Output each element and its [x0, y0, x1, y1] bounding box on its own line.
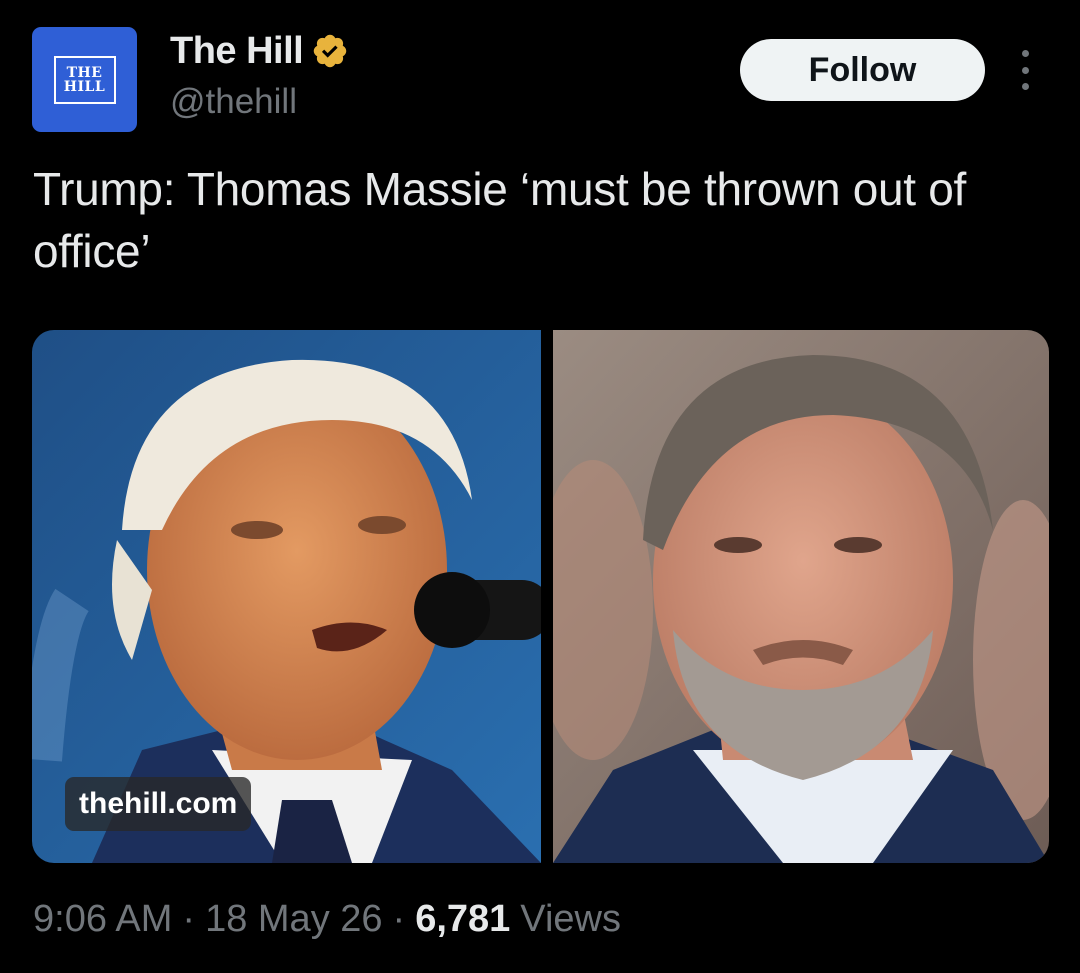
- avatar-logo-line2: HILL: [63, 78, 106, 95]
- follow-button[interactable]: Follow: [740, 39, 985, 101]
- meta-separator: ·: [182, 898, 196, 940]
- views-count[interactable]: 6,781: [415, 898, 510, 941]
- verified-badge-icon: [311, 32, 349, 70]
- avatar-logo-line1: THE: [66, 64, 103, 81]
- avatar[interactable]: THE HILL: [32, 27, 137, 132]
- author-handle[interactable]: @thehill: [170, 82, 297, 122]
- tweet-time[interactable]: 9:06 AM: [33, 898, 172, 941]
- views-label[interactable]: Views: [520, 898, 621, 941]
- photo-right-image: [553, 330, 1049, 863]
- more-vertical-icon[interactable]: [1010, 50, 1040, 90]
- display-name[interactable]: The Hill: [170, 30, 304, 73]
- author-name-row[interactable]: The Hill: [170, 28, 349, 74]
- photo-right[interactable]: [553, 330, 1049, 863]
- tweet-meta: 9:06 AM · 18 May 26 · 6,781 Views: [33, 898, 621, 941]
- tweet-text: Trump: Thomas Massie ‘must be thrown out…: [33, 163, 967, 277]
- meta-separator: ·: [392, 898, 406, 940]
- the-hill-logo: THE HILL: [53, 55, 116, 104]
- tweet-date[interactable]: 18 May 26: [205, 898, 382, 941]
- link-badge[interactable]: thehill.com: [65, 777, 252, 831]
